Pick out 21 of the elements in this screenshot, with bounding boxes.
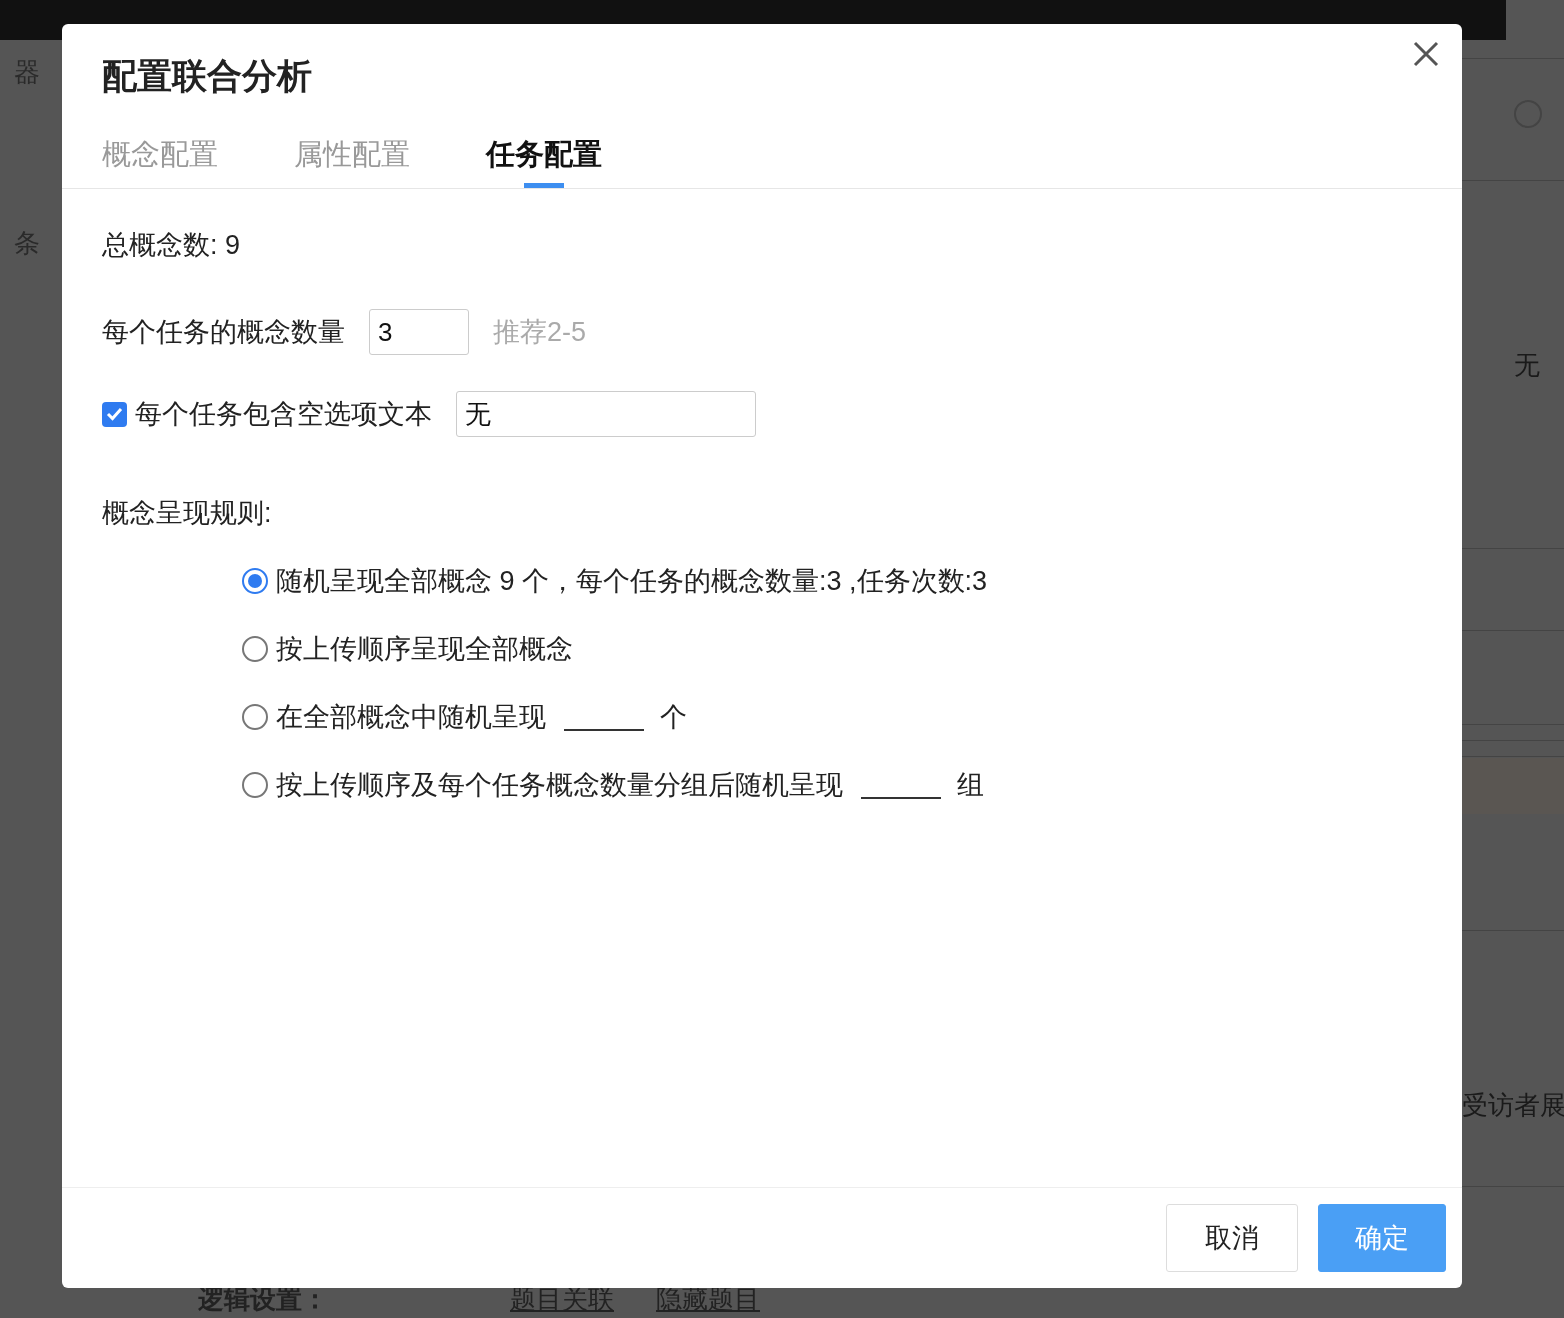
radio-option[interactable]: 按上传顺序及每个任务概念数量分组后随机呈现 [242, 767, 843, 803]
cell-text: 受访者展 [1462, 1089, 1564, 1122]
close-icon[interactable] [1412, 40, 1440, 68]
checkbox[interactable] [102, 401, 127, 427]
hint-text: 推荐2-5 [493, 316, 587, 349]
cell-text: 无 [1514, 349, 1540, 382]
checkmark-icon [106, 407, 123, 421]
radio-option[interactable]: 在全部概念中随机呈现 [242, 699, 546, 735]
radio-option[interactable]: 随机呈现全部概念 9 个，每个任务的概念数量:3 ,任务次数:3 [242, 563, 988, 599]
radio-option[interactable]: 按上传顺序呈现全部概念 [242, 631, 573, 667]
unit-text: 组 [957, 769, 984, 802]
cancel-button[interactable]: 取消 [1166, 1204, 1298, 1272]
text-field[interactable]: 无 [456, 391, 756, 437]
dialog-title: 配置联合分析 [102, 55, 312, 97]
field-label: 每个任务的概念数量 [102, 316, 345, 349]
total-count-text: 总概念数: 9 [102, 229, 242, 262]
tab[interactable]: 任务配置 [486, 122, 602, 188]
unit-text: 个 [660, 701, 687, 734]
number-field[interactable]: 3 [369, 309, 469, 355]
checkbox-label: 每个任务包含空选项文本 [135, 398, 432, 431]
section-label: 概念呈现规则: [102, 497, 273, 530]
